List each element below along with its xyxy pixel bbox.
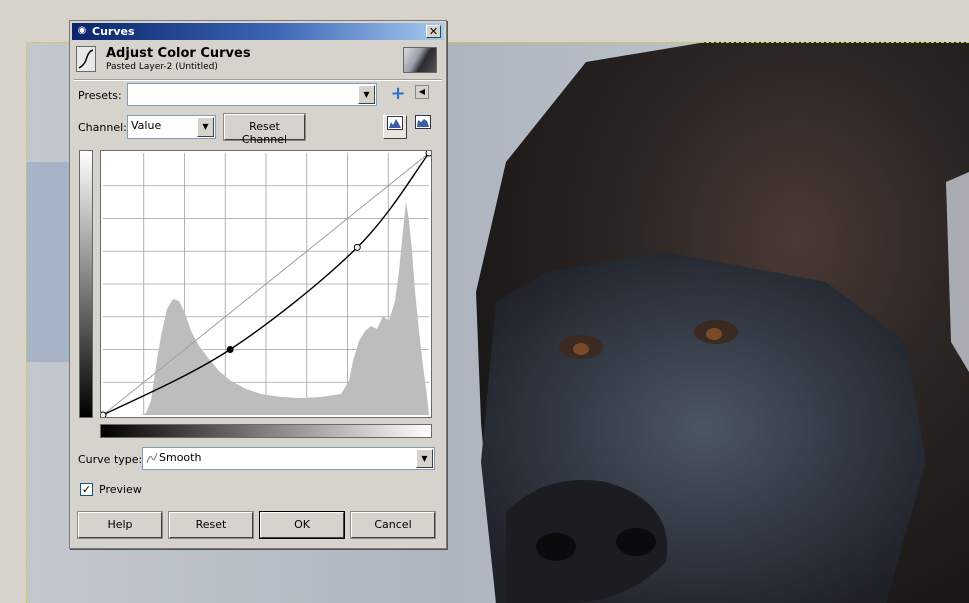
close-button[interactable]: ✕ (426, 25, 441, 38)
control-point[interactable] (425, 149, 433, 157)
preset-menu-button[interactable]: ◀ (415, 85, 429, 99)
log-histogram-button[interactable] (411, 115, 435, 139)
curve-editor[interactable] (99, 149, 433, 419)
control-point[interactable] (226, 346, 234, 353)
header-divider (74, 79, 442, 81)
help-button[interactable]: Help (77, 511, 163, 539)
dialog-heading: Adjust Color Curves (106, 46, 251, 61)
ok-button[interactable]: OK (259, 511, 345, 539)
curve-smooth-icon (146, 451, 158, 468)
chevron-down-icon: ▼ (416, 449, 433, 468)
preview-label: Preview (99, 483, 142, 496)
linear-histogram-icon (387, 116, 403, 130)
plus-icon: + (390, 83, 406, 104)
window-title: Curves (92, 25, 135, 38)
reset-channel-button[interactable]: Reset Channel (223, 113, 306, 146)
layer-name: Pasted Layer-2 (Untitled) (106, 62, 218, 72)
eye-icon: ◉ (77, 25, 87, 36)
selection-border-left (26, 42, 27, 603)
input-gradient (100, 424, 432, 438)
curves-tool-icon (76, 46, 96, 72)
reset-button[interactable]: Reset (168, 511, 254, 539)
chevron-down-icon: ▼ (197, 117, 214, 137)
dialog-header: Adjust Color Curves Pasted Layer-2 (Unti… (74, 43, 442, 77)
channel-combo[interactable]: Value ▼ (127, 115, 216, 139)
add-preset-button[interactable]: + (388, 85, 408, 105)
channel-value: Value (131, 119, 162, 132)
log-histogram-icon (415, 115, 431, 129)
presets-label: Presets: (78, 89, 122, 102)
linear-histogram-button[interactable] (383, 115, 407, 139)
close-icon: ✕ (428, 25, 439, 38)
menu-arrow-icon: ◀ (418, 87, 426, 96)
title-bar[interactable]: ◉ Curves ✕ (72, 23, 444, 40)
layer-thumbnail (403, 47, 437, 73)
curve-type-combo[interactable]: Smooth ▼ (142, 447, 435, 470)
control-point[interactable] (353, 243, 361, 251)
curve-type-label: Curve type: (78, 453, 143, 466)
control-point[interactable] (99, 411, 107, 419)
cancel-button[interactable]: Cancel (350, 511, 436, 539)
chevron-down-icon: ▼ (358, 85, 375, 104)
preview-checkbox[interactable]: ✓ (80, 483, 93, 496)
presets-combo[interactable]: ▼ (127, 83, 377, 106)
curve-type-value: Smooth (159, 451, 202, 464)
check-icon: ✓ (81, 483, 92, 496)
channel-label: Channel: (78, 121, 127, 134)
output-gradient (79, 150, 93, 418)
curve-graph[interactable] (99, 149, 433, 419)
